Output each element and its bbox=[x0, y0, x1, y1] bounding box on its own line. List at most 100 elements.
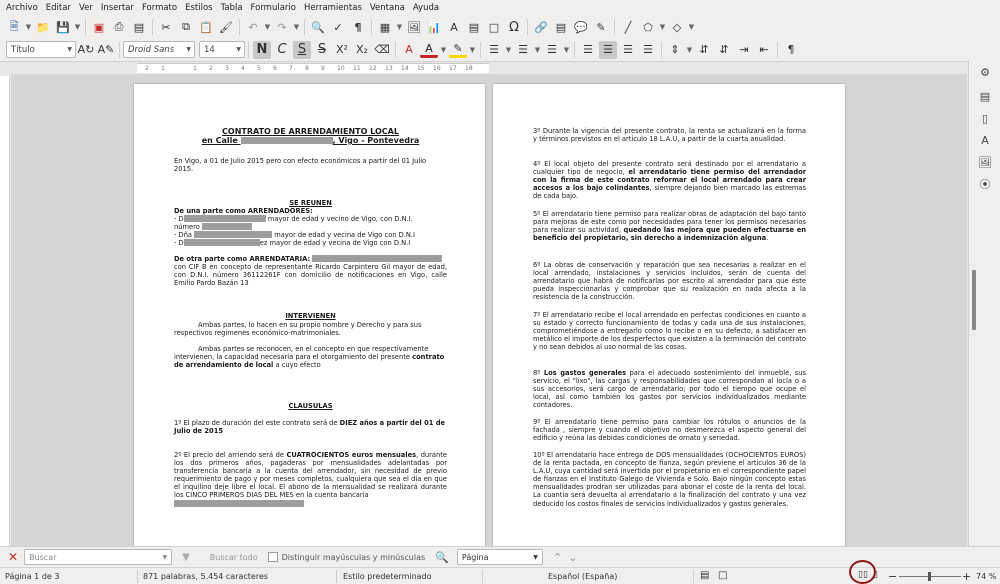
search-input[interactable]: Buscar ▼ bbox=[24, 549, 173, 565]
numbering-icon[interactable]: ☰ bbox=[514, 41, 532, 59]
update-style-icon[interactable]: A↻ bbox=[77, 41, 95, 59]
formatting-marks-icon[interactable]: ¶ bbox=[349, 18, 367, 36]
undo-icon[interactable]: ↶ bbox=[244, 18, 262, 36]
chevron-down-icon[interactable]: ▼ bbox=[504, 41, 513, 59]
font-name-combo[interactable]: Droid Sans ▼ bbox=[123, 41, 195, 58]
cut-icon[interactable]: ✂ bbox=[157, 18, 175, 36]
selection-mode-icon[interactable]: □ bbox=[718, 570, 727, 581]
page-count[interactable]: Página 1 de 3 bbox=[5, 572, 59, 581]
paragraph-style-combo[interactable]: Título ▼ bbox=[6, 41, 76, 58]
outline-icon[interactable]: ☰ bbox=[543, 41, 561, 59]
underline-button[interactable]: S bbox=[293, 40, 311, 59]
chevron-down-icon[interactable]: ▼ bbox=[562, 41, 571, 59]
menu-tabla[interactable]: Tabla bbox=[217, 3, 247, 13]
chevron-down-icon[interactable]: ▼ bbox=[658, 18, 667, 36]
menu-estilos[interactable]: Estilos bbox=[181, 3, 216, 13]
footnote-icon[interactable]: ▤ bbox=[552, 18, 570, 36]
chevron-down-icon[interactable]: ▼ bbox=[24, 18, 33, 36]
line-spacing-icon[interactable]: ⇕ bbox=[666, 41, 684, 59]
menu-ver[interactable]: Ver bbox=[75, 3, 97, 13]
gear-icon[interactable]: ⚙ bbox=[978, 66, 992, 80]
find-replace-icon[interactable]: 🔍 bbox=[309, 18, 327, 36]
zoom-in-icon[interactable]: + bbox=[962, 570, 971, 583]
menu-insertar[interactable]: Insertar bbox=[97, 3, 138, 13]
gallery-icon[interactable]: 🖼 bbox=[978, 156, 992, 170]
chevron-down-icon[interactable]: ▼ bbox=[685, 41, 694, 59]
strikethrough-button[interactable]: S bbox=[313, 41, 331, 59]
properties-icon[interactable]: ▤ bbox=[978, 90, 992, 104]
chevron-down-icon[interactable]: ▼ bbox=[468, 41, 477, 59]
document-workspace[interactable]: CONTRATO DE ARRENDAMIENTO LOCAL en Calle… bbox=[11, 74, 967, 546]
find-all-button[interactable]: Buscar todo bbox=[210, 553, 258, 562]
superscript-icon[interactable]: X² bbox=[333, 41, 351, 59]
menu-archivo[interactable]: Archivo bbox=[2, 3, 42, 13]
align-left-icon[interactable]: ☰ bbox=[579, 41, 597, 59]
font-color-icon[interactable]: A bbox=[420, 42, 438, 58]
subscript-icon[interactable]: X₂ bbox=[353, 41, 371, 59]
print-preview-icon[interactable]: ▤ bbox=[130, 18, 148, 36]
menu-ayuda[interactable]: Ayuda bbox=[409, 3, 443, 13]
new-document-icon[interactable]: 🗎 bbox=[5, 18, 23, 36]
shapes-icon[interactable]: ⬠ bbox=[639, 18, 657, 36]
diamond-shape-icon[interactable]: ◇ bbox=[668, 18, 686, 36]
open-folder-icon[interactable]: 📁 bbox=[34, 18, 52, 36]
find-replace-icon[interactable]: 🔍 bbox=[435, 551, 449, 564]
menu-editar[interactable]: Editar bbox=[42, 3, 75, 13]
menu-ventana[interactable]: Ventana bbox=[366, 3, 409, 13]
align-right-icon[interactable]: ☰ bbox=[619, 41, 637, 59]
navigator-icon[interactable]: ⦿ bbox=[978, 178, 992, 192]
font-effects-icon[interactable]: A bbox=[400, 41, 418, 59]
page-break-icon[interactable]: ▤ bbox=[465, 18, 483, 36]
paragraph-icon[interactable]: ¶ bbox=[782, 41, 800, 59]
insert-mode-icon[interactable]: ▤ bbox=[700, 570, 709, 581]
insert-chart-icon[interactable]: 📊 bbox=[425, 18, 443, 36]
language[interactable]: Español (España) bbox=[548, 572, 617, 581]
chevron-down-icon[interactable]: ▼ bbox=[263, 18, 272, 36]
increase-spacing-icon[interactable]: ⇵ bbox=[695, 41, 713, 59]
chevron-down-icon[interactable]: ▼ bbox=[292, 18, 301, 36]
new-style-icon[interactable]: A✎ bbox=[97, 41, 115, 59]
increase-indent-icon[interactable]: ⇥ bbox=[735, 41, 753, 59]
clear-formatting-icon[interactable]: ⌫ bbox=[373, 41, 391, 59]
comment-icon[interactable]: 💬 bbox=[572, 18, 590, 36]
clone-format-icon[interactable]: 🖌 bbox=[217, 18, 235, 36]
bold-button[interactable]: N bbox=[253, 40, 271, 59]
decrease-spacing-icon[interactable]: ⇵ bbox=[715, 41, 733, 59]
justify-icon[interactable]: ☰ bbox=[639, 41, 657, 59]
chevron-down-icon[interactable]: ▼ bbox=[439, 41, 448, 59]
chevron-down-icon[interactable]: ▼ bbox=[395, 18, 404, 36]
insert-table-icon[interactable]: ▦ bbox=[376, 18, 394, 36]
align-center-icon[interactable]: ☰ bbox=[599, 40, 617, 59]
export-pdf-icon[interactable]: ▣ bbox=[90, 18, 108, 36]
zoom-slider-handle[interactable] bbox=[928, 572, 931, 581]
chevron-down-icon[interactable]: ▼ bbox=[533, 41, 542, 59]
document-page-2[interactable]: 3º Durante la vigencia del presente cont… bbox=[493, 84, 845, 546]
zoom-out-icon[interactable]: − bbox=[888, 570, 897, 583]
menu-herramientas[interactable]: Herramientas bbox=[300, 3, 366, 13]
highlight-color-icon[interactable]: ✎ bbox=[449, 42, 467, 58]
paste-icon[interactable]: 📋 bbox=[197, 18, 215, 36]
line-icon[interactable]: ╱ bbox=[619, 18, 637, 36]
document-page-1[interactable]: CONTRATO DE ARRENDAMIENTO LOCAL en Calle… bbox=[134, 84, 485, 546]
font-size-combo[interactable]: 14 ▼ bbox=[199, 41, 245, 58]
menu-formulario[interactable]: Formulario bbox=[247, 3, 300, 13]
hyperlink-icon[interactable]: 🔗 bbox=[532, 18, 550, 36]
chevron-up-icon[interactable]: ⌃ bbox=[553, 551, 562, 564]
save-icon[interactable]: 💾 bbox=[54, 18, 72, 36]
menu-formato[interactable]: Formato bbox=[138, 3, 181, 13]
insert-field-icon[interactable]: □ bbox=[485, 18, 503, 36]
styles-icon[interactable]: A bbox=[978, 134, 992, 148]
vertical-scrollbar-thumb[interactable] bbox=[972, 270, 976, 330]
insert-image-icon[interactable]: 🖼 bbox=[405, 18, 423, 36]
redo-icon[interactable]: ↷ bbox=[273, 18, 291, 36]
bullets-icon[interactable]: ☰ bbox=[485, 41, 503, 59]
decrease-indent-icon[interactable]: ⇤ bbox=[755, 41, 773, 59]
track-changes-icon[interactable]: ✎ bbox=[592, 18, 610, 36]
zoom-level[interactable]: 74 % bbox=[976, 572, 996, 581]
italic-button[interactable]: C bbox=[273, 41, 291, 59]
print-icon[interactable]: ⎙ bbox=[110, 18, 128, 36]
close-icon[interactable]: ✕ bbox=[8, 550, 18, 564]
search-scope-combo[interactable]: Página ▼ bbox=[456, 549, 543, 565]
page-icon[interactable]: ▯ bbox=[978, 112, 992, 126]
copy-icon[interactable]: ⧉ bbox=[177, 18, 195, 36]
